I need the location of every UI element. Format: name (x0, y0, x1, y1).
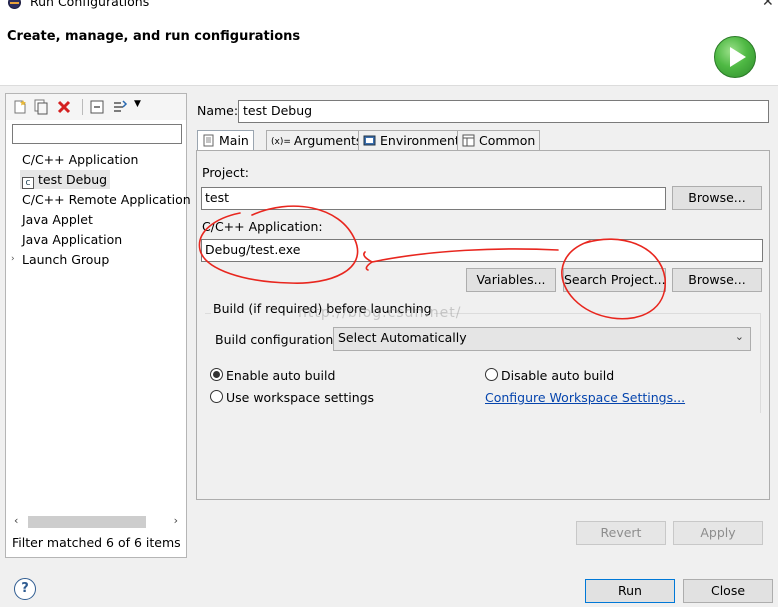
application-label: C/C++ Application: (202, 219, 323, 234)
name-label: Name: (197, 103, 239, 118)
enable-auto-build-radio[interactable] (210, 368, 223, 381)
enable-auto-build-label[interactable]: Enable auto build (226, 368, 335, 383)
run-button[interactable]: Run (585, 579, 675, 603)
filter-icon[interactable] (112, 99, 128, 115)
new-configuration-icon[interactable] (12, 99, 28, 115)
search-project-button[interactable]: Search Project... (563, 268, 666, 292)
filter-menu-chevron-icon[interactable]: ▼ (134, 99, 141, 109)
close-button[interactable]: Close (683, 579, 773, 603)
common-icon (462, 134, 475, 147)
project-field[interactable]: test (201, 187, 666, 210)
tree-item-label: C/C++ Application (22, 152, 139, 167)
tree-item-label: test Debug (38, 172, 108, 187)
tree-item-label: Java Application (22, 232, 123, 247)
tree-item-test-debug[interactable]: c test Debug (20, 170, 111, 189)
tab-label: Common (479, 133, 536, 148)
scroll-left-icon[interactable]: ‹ (14, 514, 18, 527)
eclipse-icon (8, 0, 21, 9)
tab-label: Environment (380, 133, 460, 148)
build-configuration-label: Build configuration: (215, 332, 338, 347)
use-workspace-settings-label[interactable]: Use workspace settings (226, 390, 374, 405)
filter-status-text: Filter matched 6 of 6 items (12, 535, 181, 550)
use-workspace-settings-radio[interactable] (210, 390, 223, 403)
tab-label: Main (219, 133, 249, 148)
window-title-bar: Run Configurations ✕ (0, 0, 778, 12)
group-border (760, 313, 761, 413)
tree-item-label: C/C++ Remote Application (22, 192, 191, 207)
tab-common[interactable]: Common (457, 130, 541, 151)
disable-auto-build-radio[interactable] (485, 368, 498, 381)
configuration-list-panel: ▼ C/C++ Application c test Debug C/C++ Re… (5, 93, 191, 558)
config-toolbar: ▼ (6, 94, 186, 120)
arguments-icon: (x)= (271, 137, 291, 147)
tab-main[interactable]: Main (197, 130, 254, 152)
build-configuration-select[interactable]: Select Automatically ⌄ (333, 327, 751, 351)
project-label: Project: (202, 165, 249, 180)
name-field[interactable]: test Debug (238, 100, 769, 123)
browse-project-button[interactable]: Browse... (672, 186, 762, 210)
delete-icon[interactable] (56, 99, 72, 115)
filter-input[interactable] (12, 124, 182, 144)
application-field[interactable]: Debug/test.exe (201, 239, 763, 262)
scrollbar-thumb[interactable] (28, 516, 146, 528)
main-tab-icon (203, 134, 214, 147)
scroll-right-icon[interactable]: › (174, 514, 178, 527)
tree-item-label: Launch Group (22, 252, 110, 267)
apply-button[interactable]: Apply (673, 521, 763, 545)
help-icon[interactable]: ? (14, 578, 36, 600)
duplicate-icon[interactable] (33, 99, 49, 115)
tree-item-cpp-application[interactable]: C/C++ Application (22, 150, 138, 169)
build-configuration-value: Select Automatically (338, 330, 467, 345)
disable-auto-build-label[interactable]: Disable auto build (501, 368, 614, 383)
configure-workspace-settings-link[interactable]: Configure Workspace Settings... (485, 390, 685, 405)
variables-button[interactable]: Variables... (466, 268, 556, 292)
horizontal-scrollbar[interactable]: ‹ › (12, 514, 182, 529)
tree-item-java-applet[interactable]: Java Applet (22, 210, 93, 229)
window-close-icon[interactable]: ✕ (762, 0, 774, 10)
c-config-icon: c (22, 177, 34, 189)
tree-item-java-application[interactable]: Java Application (22, 230, 122, 249)
tab-label: Arguments (293, 133, 363, 148)
revert-button[interactable]: Revert (576, 521, 666, 545)
tab-environment[interactable]: Environment (358, 130, 465, 151)
dialog-header-title: Create, manage, and run configurations (7, 29, 301, 44)
collapse-all-icon[interactable] (89, 99, 105, 115)
build-group-label: Build (if required) before launching (211, 301, 434, 316)
browse-application-button[interactable]: Browse... (672, 268, 762, 292)
window-title: Run Configurations (30, 0, 150, 9)
dialog-header: Create, manage, and run configurations (0, 12, 778, 86)
environment-icon (363, 135, 376, 146)
chevron-down-icon: ⌄ (734, 330, 744, 343)
tree-item-cpp-remote-application[interactable]: C/C++ Remote Application (22, 190, 191, 209)
expand-arrow-icon[interactable]: › (11, 250, 15, 269)
run-banner-icon (714, 36, 756, 78)
tree-item-launch-group[interactable]: › Launch Group (6, 250, 186, 269)
toolbar-separator (82, 99, 83, 115)
tab-arguments[interactable]: (x)= Arguments (266, 130, 368, 151)
tree-item-label: Java Applet (22, 212, 93, 227)
